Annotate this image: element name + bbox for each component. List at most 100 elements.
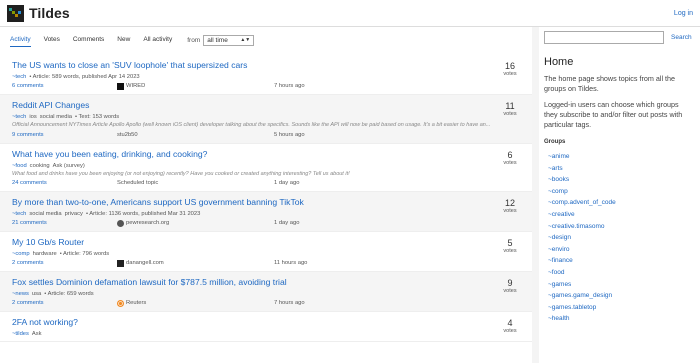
topic-time: 5 hours ago: [274, 131, 305, 138]
topic-time: 11 hours ago: [274, 260, 308, 266]
topic-source[interactable]: WIRED: [117, 82, 274, 91]
comments-link[interactable]: 9 comments: [12, 131, 117, 140]
sidebar-group-link[interactable]: ~finance: [544, 255, 693, 267]
comments-link[interactable]: 6 comments: [12, 82, 117, 91]
topic-tag[interactable]: privacy: [65, 211, 83, 217]
tab-all-activity[interactable]: All activity: [143, 34, 172, 46]
topic-source-name: Scheduled topic: [117, 180, 159, 186]
sidebar-group-link[interactable]: ~books: [544, 174, 693, 186]
vote-number: 9: [507, 278, 513, 288]
search-button[interactable]: Search: [671, 34, 692, 41]
topic-title-link[interactable]: By more than two-to-one, Americans suppo…: [12, 197, 522, 208]
topic-title-link[interactable]: Reddit API Changes: [12, 100, 522, 111]
topic-title-link[interactable]: The US wants to close an 'SUV loophole' …: [12, 60, 522, 71]
tab-new[interactable]: New: [117, 34, 130, 46]
sidebar-group-link[interactable]: ~games.game_design: [544, 290, 693, 302]
main-content: Activity Votes Comments New All activity…: [0, 27, 532, 363]
topic-item: 2FA not working? ~tildes Ask 4 votes: [0, 312, 532, 342]
comments-link[interactable]: 2 comments: [12, 259, 117, 268]
topic-source[interactable]: danangell.com: [117, 259, 274, 268]
comments-link[interactable]: 21 comments: [12, 219, 117, 228]
topic-source-name: danangell.com: [126, 260, 164, 266]
login-link[interactable]: Log in: [674, 10, 693, 17]
sidebar-group-link[interactable]: ~enviro: [544, 244, 693, 256]
topic-group-link[interactable]: ~food: [12, 163, 27, 169]
vote-label: votes: [503, 328, 517, 334]
topic-group-link[interactable]: ~comp: [12, 251, 30, 257]
topic-group-link[interactable]: ~tech: [12, 74, 26, 80]
vote-count: 6 votes: [498, 150, 522, 166]
topic-meta: ~tech ios social media • Text: 153 words: [12, 113, 522, 121]
sidebar-group-link[interactable]: ~creative.timasomo: [544, 221, 693, 233]
topic-time: 7 hours ago: [274, 300, 305, 306]
topic-group-link[interactable]: ~tech: [12, 211, 26, 217]
sidebar-title: Home: [544, 56, 574, 68]
sidebar-group-link[interactable]: ~arts: [544, 163, 693, 175]
topic-tag[interactable]: Ask: [32, 331, 42, 337]
topic-group-link[interactable]: ~tech: [12, 114, 26, 120]
sidebar-group-link[interactable]: ~health: [544, 313, 693, 325]
sidebar: Search Home The home page shows topics f…: [539, 27, 700, 363]
tab-comments[interactable]: Comments: [73, 34, 104, 46]
tildes-logo-icon: [7, 4, 24, 22]
topic-source[interactable]: Scheduled topic: [117, 179, 274, 188]
comments-link[interactable]: 24 comments: [12, 179, 117, 188]
sidebar-group-link[interactable]: ~games.tabletop: [544, 302, 693, 314]
topic-source[interactable]: Reuters: [117, 299, 274, 308]
vote-label: votes: [503, 71, 517, 77]
vote-number: 12: [504, 198, 515, 208]
comments-link[interactable]: 2 comments: [12, 299, 117, 308]
topic-title-link[interactable]: What have you been eating, drinking, and…: [12, 149, 522, 160]
listing-tabs: Activity Votes Comments New All activity…: [0, 27, 532, 47]
topic-title-link[interactable]: 2FA not working?: [12, 317, 522, 328]
topic-source[interactable]: pewresearch.org: [117, 219, 274, 228]
topic-tag[interactable]: cooking: [30, 163, 50, 169]
period-label: from: [187, 36, 201, 44]
topic-tag[interactable]: Ask (survey): [53, 163, 85, 169]
sidebar-group-link[interactable]: ~games: [544, 279, 693, 291]
period-select[interactable]: all time ▲▼: [203, 34, 255, 46]
sidebar-group-link[interactable]: ~comp.advent_of_code: [544, 197, 693, 209]
vote-label: votes: [503, 288, 517, 294]
topic-tag[interactable]: social media: [40, 114, 72, 120]
topic-list: The US wants to close an 'SUV loophole' …: [0, 55, 532, 342]
topic-tag[interactable]: social media: [29, 211, 61, 217]
sidebar-group-link[interactable]: ~creative: [544, 209, 693, 221]
topic-source-name: WIRED: [126, 83, 146, 89]
topic-title-link[interactable]: My 10 Gb/s Router: [12, 237, 522, 248]
topic-content-info: • Text: 153 words: [75, 114, 120, 120]
reuters-icon: [117, 300, 124, 307]
top-bar: Tildes Log in: [0, 0, 700, 27]
sidebar-group-link[interactable]: ~anime: [544, 151, 693, 163]
vote-number: 5: [507, 238, 513, 248]
tab-votes[interactable]: Votes: [44, 34, 60, 46]
topic-footer: 2 comments danangell.com 11 hours ago: [12, 259, 522, 268]
vote-number: 4: [507, 318, 513, 328]
topic-item: Reddit API Changes ~tech ios social media • …: [0, 95, 532, 144]
topic-group-link[interactable]: ~tildes: [12, 331, 29, 337]
search-input[interactable]: [544, 31, 664, 44]
pew-icon: [117, 220, 124, 227]
vote-number: 16: [504, 61, 515, 71]
topic-item: My 10 Gb/s Router ~comp hardware • Article:…: [0, 232, 532, 272]
tab-activity[interactable]: Activity: [10, 34, 31, 47]
topic-footer: 24 comments Scheduled topic 1 day ago: [12, 179, 522, 188]
vote-number: 6: [507, 149, 513, 160]
sidebar-group-link[interactable]: ~design: [544, 232, 693, 244]
topic-tag[interactable]: hardware: [33, 251, 57, 257]
topic-content-info: • Article: 796 words: [59, 251, 110, 257]
vote-count: 9 votes: [498, 278, 522, 294]
topic-title-link[interactable]: Fox settles Dominion defamation lawsuit …: [12, 277, 522, 288]
sidebar-group-link[interactable]: ~food: [544, 267, 693, 279]
topic-source-name: pewresearch.org: [126, 220, 170, 226]
topic-tag[interactable]: ios: [29, 114, 36, 120]
topic-tag[interactable]: usa: [32, 291, 41, 297]
topic-meta: ~comp hardware • Article: 796 words: [12, 250, 522, 258]
brand[interactable]: Tildes: [7, 4, 70, 22]
sidebar-group-link[interactable]: ~comp: [544, 186, 693, 198]
sidebar-description: The home page shows topics from all the …: [544, 74, 676, 93]
topic-source[interactable]: stu2b50: [117, 131, 274, 140]
topic-time: 7 hours ago: [274, 83, 305, 89]
topic-group-link[interactable]: ~news: [12, 291, 29, 297]
vote-count: 12 votes: [498, 198, 522, 214]
